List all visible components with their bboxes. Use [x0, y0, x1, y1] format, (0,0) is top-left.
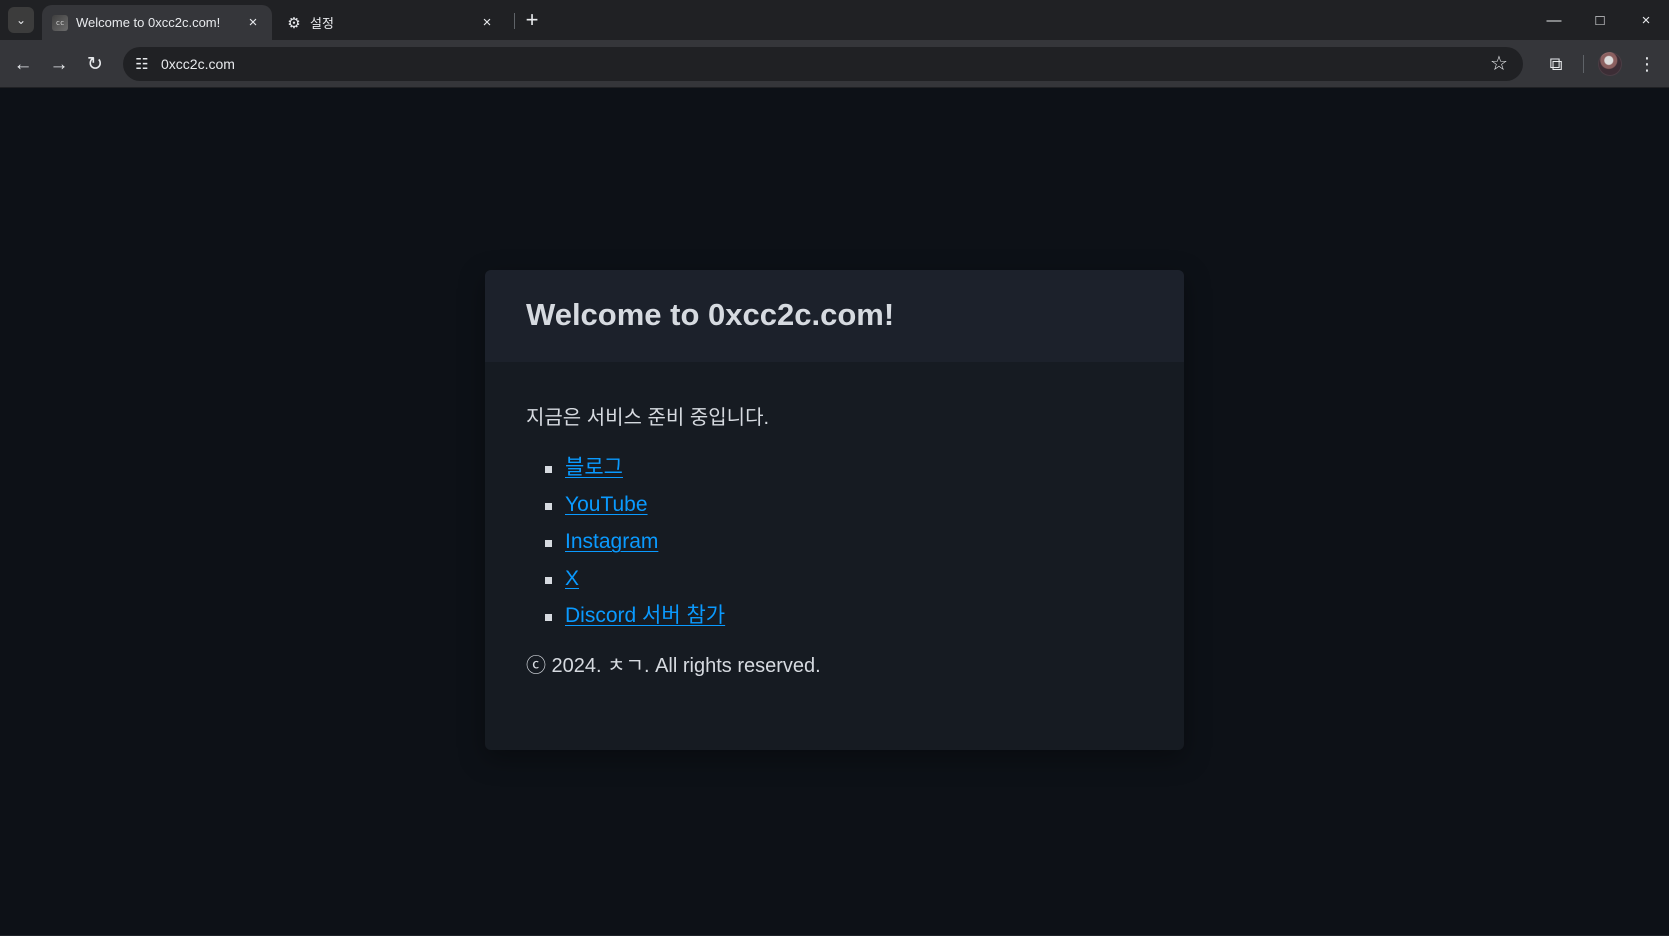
menu-button[interactable]: ⋮: [1635, 52, 1659, 76]
address-bar[interactable]: ☷ 0xcc2c.com ☆: [123, 47, 1523, 81]
minimize-icon: —: [1546, 11, 1562, 29]
service-status-text: 지금은 서비스 준비 중입니다.: [526, 407, 770, 429]
list-item: YouTube: [545, 492, 1143, 529]
link-list: 블로그 YouTube Instagram X Discord 서버 참가: [526, 455, 1143, 640]
page-viewport: Welcome to 0xcc2c.com! 지금은 서비스 준비 중입니다. …: [0, 88, 1669, 936]
copyright-text: ⓒ 2024. ㅊㄱ. All rights reserved.: [526, 655, 821, 677]
card-header: Welcome to 0xcc2c.com!: [485, 270, 1184, 362]
window-controls: — □ ×: [1531, 0, 1669, 40]
browser-window: ⌄ cc Welcome to 0xcc2c.com! × ⚙ 설정 × + —…: [0, 0, 1669, 936]
forward-button[interactable]: →: [47, 52, 71, 76]
more-vertical-icon: ⋮: [1638, 54, 1656, 74]
blog-link[interactable]: 블로그: [565, 456, 623, 479]
list-item: X: [545, 566, 1143, 603]
instagram-link[interactable]: Instagram: [565, 530, 658, 553]
maximize-icon: □: [1595, 11, 1605, 29]
youtube-link[interactable]: YouTube: [565, 493, 648, 516]
tab-settings[interactable]: ⚙ 설정 ×: [276, 5, 506, 40]
tab-strip: ⌄ cc Welcome to 0xcc2c.com! × ⚙ 설정 × + —…: [0, 0, 1669, 40]
browser-toolbar: ← → ↻ ☷ 0xcc2c.com ☆ ⧉ ⋮: [0, 40, 1669, 88]
card-body: 지금은 서비스 준비 중입니다. 블로그 YouTube Instagram X: [485, 362, 1184, 679]
url-text[interactable]: 0xcc2c.com: [161, 56, 1487, 72]
site-favicon-icon: cc: [52, 14, 68, 31]
puzzle-icon: ⧉: [1549, 53, 1563, 74]
tab-welcome[interactable]: cc Welcome to 0xcc2c.com! ×: [42, 5, 272, 40]
list-item: Instagram: [545, 529, 1143, 566]
site-info-icon[interactable]: ☷: [131, 53, 153, 75]
tab-search-button[interactable]: ⌄: [8, 7, 34, 33]
back-button[interactable]: ←: [11, 52, 35, 76]
arrow-right-icon: →: [49, 53, 69, 75]
close-icon[interactable]: ×: [244, 14, 262, 32]
page-title: Welcome to 0xcc2c.com!: [526, 297, 895, 332]
tab-title: Welcome to 0xcc2c.com!: [76, 15, 221, 30]
list-item: Discord 서버 참가: [545, 603, 1143, 640]
list-item: 블로그: [545, 455, 1143, 492]
plus-icon: +: [525, 7, 539, 32]
star-icon[interactable]: ☆: [1487, 52, 1511, 76]
tab-separator: [514, 13, 515, 29]
chevron-down-icon: ⌄: [15, 13, 27, 27]
reload-button[interactable]: ↻: [83, 52, 107, 76]
arrow-left-icon: ←: [13, 53, 33, 75]
maximize-button[interactable]: □: [1577, 0, 1623, 40]
gear-icon: ⚙: [287, 14, 301, 32]
close-icon[interactable]: ×: [478, 14, 496, 32]
profile-avatar[interactable]: [1598, 52, 1622, 76]
minimize-button[interactable]: —: [1531, 0, 1577, 40]
reload-icon: ↻: [87, 53, 103, 75]
welcome-card: Welcome to 0xcc2c.com! 지금은 서비스 준비 중입니다. …: [485, 270, 1184, 750]
x-link[interactable]: X: [565, 567, 579, 590]
close-icon: ×: [1641, 11, 1651, 29]
discord-server-link[interactable]: Discord 서버 참가: [565, 604, 725, 627]
close-window-button[interactable]: ×: [1623, 0, 1669, 40]
toolbar-separator: [1583, 55, 1584, 73]
tab-title: 설정: [310, 16, 334, 31]
new-tab-button[interactable]: +: [520, 8, 544, 32]
extensions-button[interactable]: ⧉: [1544, 52, 1568, 76]
